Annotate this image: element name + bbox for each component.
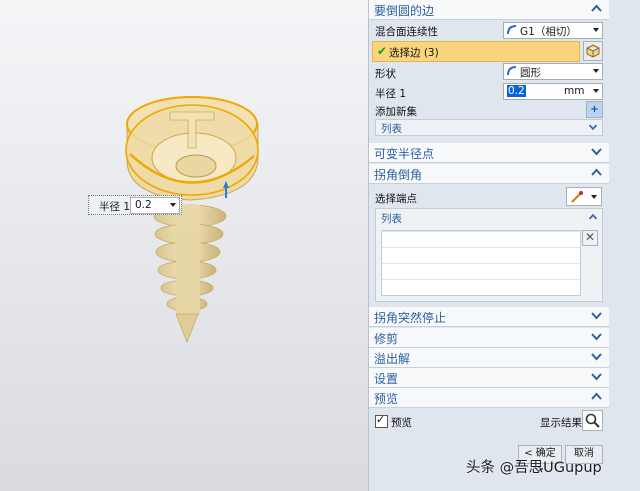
select-endpoint-button[interactable] [566,187,602,206]
screw-model[interactable] [0,0,368,491]
chevron-down-icon [591,195,597,199]
select-edge-row[interactable]: ✔ 选择边 (3) [372,41,580,62]
endpoint-list-table[interactable] [381,230,581,296]
magnifier-icon [585,413,600,428]
radius-input[interactable]: 0.2 mm [503,83,603,100]
section-preview[interactable]: 预览 [369,388,609,408]
chevron-down-icon [591,312,602,320]
radius-onscreen-input[interactable]: 半径 1 0.2 [88,195,182,215]
section-title: 设置 [374,372,399,386]
section-edge-to-round[interactable]: 要倒圆的边 [369,0,609,20]
add-new-set-button[interactable]: + [586,101,603,118]
chevron-down-icon [170,203,176,207]
chevron-down-icon [588,124,598,131]
list-label: 列表 [381,213,402,225]
continuity-label: 混合面连续性 [375,26,438,38]
preview-checkbox[interactable]: ✓ [375,413,388,428]
select-endpoint-label: 选择端点 [375,193,417,205]
chevron-up-icon [591,4,602,12]
radius-value: 0.2 [507,85,526,97]
radius-onscreen-field[interactable]: 0.2 [130,197,180,214]
preview-checkbox-label: 预览 [391,417,412,429]
cube-icon [586,44,600,58]
section-overflow[interactable]: 溢出解 [369,348,609,368]
section-trim[interactable]: 修剪 [369,328,609,348]
add-icon: + [590,104,599,115]
section-title: 拐角突然停止 [374,311,447,325]
checkmark-icon: ✓ [376,413,386,426]
radius-onscreen-value: 0.2 [135,199,152,211]
circular-shape-icon [507,66,517,76]
add-new-set-label: 添加新集 [375,106,417,118]
watermark-text: 头条 @吾思UGupup [466,460,602,476]
radius-unit: mm [564,85,585,97]
chevron-up-icon [591,168,602,176]
select-edge-label: 选择边 (3) [389,47,439,59]
show-result-label: 显示结果 [540,417,582,429]
graphics-viewport[interactable]: 半径 1 0.2 [0,0,368,491]
shape-value: 圆形 [520,67,541,79]
point-pick-icon [571,191,583,203]
chevron-up-icon [591,392,602,400]
section-title: 可变半径点 [374,147,435,161]
show-result-button[interactable] [582,410,603,431]
radius-onscreen-label: 半径 1 [99,201,131,213]
section-settings[interactable]: 设置 [369,368,609,388]
chevron-down-icon [591,353,602,361]
endpoint-list: 列表 ✕ [375,208,603,302]
select-edge-cube-button[interactable] [583,41,603,61]
continuity-icon [507,25,517,35]
chevron-down-icon [591,148,602,156]
chevron-down-icon [591,373,602,381]
shape-select[interactable]: 圆形 [503,63,603,80]
chevron-down-icon [593,69,599,73]
list-label: 列表 [381,123,402,135]
chevron-down-icon [593,89,599,93]
chevron-down-icon [593,28,599,32]
chevron-up-icon [588,213,598,220]
radius-label: 半径 1 [375,88,407,100]
section-title: 要倒圆的边 [374,4,435,18]
continuity-value: G1（相切） [520,26,577,38]
section-title: 预览 [374,392,399,406]
chevron-down-icon [591,333,602,341]
section-title: 修剪 [374,332,399,346]
section-title: 拐角倒角 [374,168,423,182]
section-corner-setback[interactable]: 拐角倒角 [369,164,609,184]
edge-set-list-collapsed[interactable]: 列表 [375,119,603,136]
shape-label: 形状 [375,68,396,80]
continuity-select[interactable]: G1（相切） [503,22,603,39]
remove-item-button[interactable]: ✕ [582,230,598,246]
close-icon: ✕ [584,230,596,244]
check-icon: ✔ [377,44,388,58]
section-corner-stop[interactable]: 拐角突然停止 [369,307,609,327]
section-title: 溢出解 [374,352,411,366]
section-variable-radius[interactable]: 可变半径点 [369,143,609,163]
